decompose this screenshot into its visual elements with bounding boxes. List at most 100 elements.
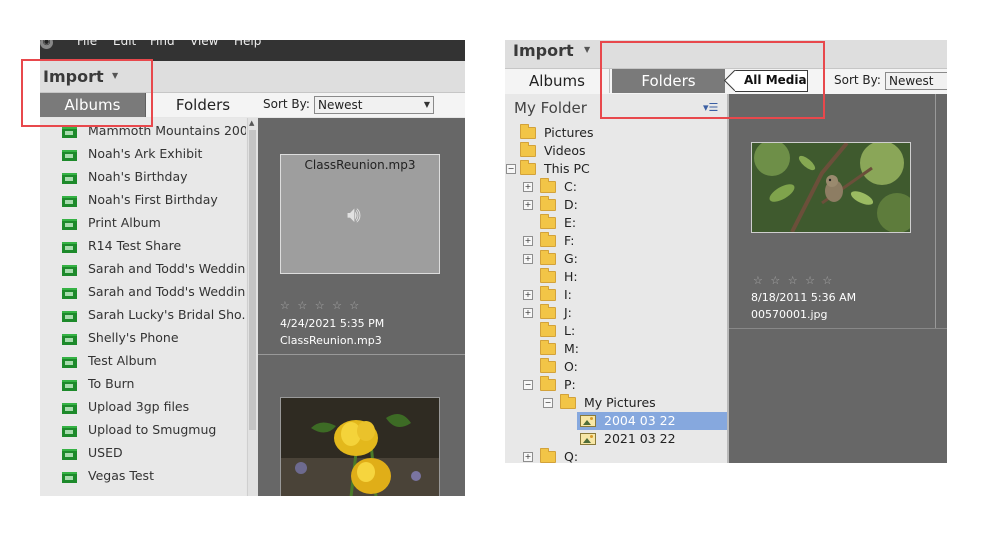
album-label: Sarah Lucky's Bridal Sho... xyxy=(88,307,246,322)
folder-tree-item[interactable]: + G: xyxy=(505,250,727,268)
album-icon xyxy=(62,219,77,230)
folder-tree-item[interactable]: − My Pictures xyxy=(505,394,727,412)
import-menu-button[interactable]: Import xyxy=(513,41,574,60)
expand-icon[interactable]: + xyxy=(523,290,533,300)
album-list-scrollbar[interactable]: ▲ xyxy=(247,118,258,496)
menu-bar: ◉ File Edit Find View Help xyxy=(40,40,465,61)
folder-icon xyxy=(540,358,556,373)
folder-tree-item[interactable]: + I: xyxy=(505,286,727,304)
folder-tree-item[interactable]: L: xyxy=(505,322,727,340)
folder-tree-item[interactable]: O: xyxy=(505,358,727,376)
caret-down-icon[interactable]: ▼ xyxy=(584,45,590,54)
folder-tree-label: H: xyxy=(564,269,578,284)
folder-tree-label: Videos xyxy=(544,143,586,158)
bird-photo-image xyxy=(752,143,910,232)
album-list-item[interactable]: Sarah Lucky's Bridal Sho... xyxy=(62,307,246,329)
album-label: USED xyxy=(88,445,123,460)
album-list-item[interactable]: Vegas Test xyxy=(62,468,246,490)
expand-icon[interactable]: + xyxy=(523,308,533,318)
audio-thumbnail[interactable]: ClassReunion.mp3 🔊︎ xyxy=(280,154,440,274)
sort-by-select[interactable]: Newest xyxy=(885,72,947,90)
album-label: Sarah and Todd's Weddin... xyxy=(88,284,246,299)
album-icon xyxy=(62,288,77,299)
folder-icon xyxy=(540,448,556,463)
media-filename: ClassReunion.mp3 xyxy=(280,334,382,347)
folder-tree-label: This PC xyxy=(544,161,590,176)
folder-tree-item[interactable]: + J: xyxy=(505,304,727,322)
scrollbar-thumb[interactable] xyxy=(249,130,256,430)
folder-tree-item[interactable]: + D: xyxy=(505,196,727,214)
album-list-item[interactable]: Sarah and Todd's Weddin... xyxy=(62,284,246,306)
app-logo-icon: ◉ xyxy=(40,40,53,49)
folder-tree-item[interactable]: H: xyxy=(505,268,727,286)
folder-icon xyxy=(540,340,556,355)
folder-tree-item[interactable]: 2004 03 22 xyxy=(577,412,727,430)
album-icon xyxy=(62,426,77,437)
folder-tree-label: 2004 03 22 xyxy=(604,413,676,428)
scroll-up-arrow-icon[interactable]: ▲ xyxy=(249,119,254,127)
expand-icon[interactable]: + xyxy=(523,200,533,210)
album-list-item[interactable]: Noah's First Birthday xyxy=(62,192,246,214)
bird-photo-thumbnail[interactable] xyxy=(751,142,911,233)
album-list-item[interactable]: R14 Test Share xyxy=(62,238,246,260)
tulips-photo-thumbnail[interactable] xyxy=(280,397,440,496)
album-list-item[interactable]: Print Album xyxy=(62,215,246,237)
album-list-item[interactable]: Upload 3gp files xyxy=(62,399,246,421)
folder-tree-item[interactable]: Videos xyxy=(505,142,727,160)
expand-icon[interactable]: + xyxy=(523,254,533,264)
tab-folders[interactable]: Folders xyxy=(148,93,258,117)
folder-icon xyxy=(540,196,556,211)
album-list-item[interactable]: Shelly's Phone xyxy=(62,330,246,352)
audio-title: ClassReunion.mp3 xyxy=(304,158,416,172)
folder-tree-item[interactable]: 2021 03 22 xyxy=(505,430,727,448)
album-label: Noah's First Birthday xyxy=(88,192,218,207)
menu-help[interactable]: Help xyxy=(234,40,261,48)
folder-tree-item[interactable]: + C: xyxy=(505,178,727,196)
album-icon xyxy=(62,127,77,138)
tab-albums[interactable]: Albums xyxy=(505,69,610,93)
folder-tree-item[interactable]: − P: xyxy=(505,376,727,394)
album-list-item[interactable]: USED xyxy=(62,445,246,467)
folder-tree-label: Q: xyxy=(564,449,579,463)
dropdown-arrow-icon[interactable]: ▼ xyxy=(424,97,430,113)
folder-icon xyxy=(560,394,576,409)
album-list-item[interactable]: Upload to Smugmug xyxy=(62,422,246,444)
collapse-icon[interactable]: − xyxy=(543,398,553,408)
tree-header: My Folder xyxy=(514,99,587,117)
folder-tree-item[interactable]: E: xyxy=(505,214,727,232)
menu-file[interactable]: File xyxy=(77,40,97,48)
expand-icon[interactable]: + xyxy=(523,452,533,462)
expand-icon[interactable]: + xyxy=(523,236,533,246)
grid-divider-vertical xyxy=(935,94,936,328)
folder-tree-label: I: xyxy=(564,287,572,302)
expand-icon[interactable]: + xyxy=(523,182,533,192)
folder-tree-label: D: xyxy=(564,197,578,212)
album-label: Print Album xyxy=(88,215,161,230)
folder-tree-label: L: xyxy=(564,323,576,338)
folder-tree-item[interactable]: M: xyxy=(505,340,727,358)
star-rating[interactable]: ☆ ☆ ☆ ☆ ☆ xyxy=(280,299,361,312)
album-list-item[interactable]: Noah's Birthday xyxy=(62,169,246,191)
menu-find[interactable]: Find xyxy=(150,40,175,48)
sort-by-label: Sort By: xyxy=(834,73,881,87)
album-list-item[interactable]: Noah's Ark Exhibit xyxy=(62,146,246,168)
album-label: R14 Test Share xyxy=(88,238,182,253)
collapse-icon[interactable]: − xyxy=(523,380,533,390)
folder-tree-label: M: xyxy=(564,341,579,356)
folder-tree-item[interactable]: + F: xyxy=(505,232,727,250)
album-list-item[interactable]: To Burn xyxy=(62,376,246,398)
sort-by-select[interactable]: Newest ▼ xyxy=(314,96,434,114)
star-rating[interactable]: ☆ ☆ ☆ ☆ ☆ xyxy=(753,274,834,287)
folder-tree: My Folder ▾☰ Pictures Videos − This PC + C: + D… xyxy=(505,94,727,463)
menu-edit[interactable]: Edit xyxy=(113,40,136,48)
folder-tree-item[interactable]: + Q: xyxy=(505,448,727,463)
album-list-item[interactable]: Test Album xyxy=(62,353,246,375)
folder-tree-item[interactable]: − This PC xyxy=(505,160,727,178)
menu-view[interactable]: View xyxy=(190,40,218,48)
album-icon xyxy=(62,403,77,414)
folder-tree-label: P: xyxy=(564,377,576,392)
album-label: Shelly's Phone xyxy=(88,330,179,345)
folder-tree-item[interactable]: Pictures xyxy=(505,124,727,142)
album-list-item[interactable]: Sarah and Todd's Wedding xyxy=(62,261,246,283)
collapse-icon[interactable]: − xyxy=(506,164,516,174)
